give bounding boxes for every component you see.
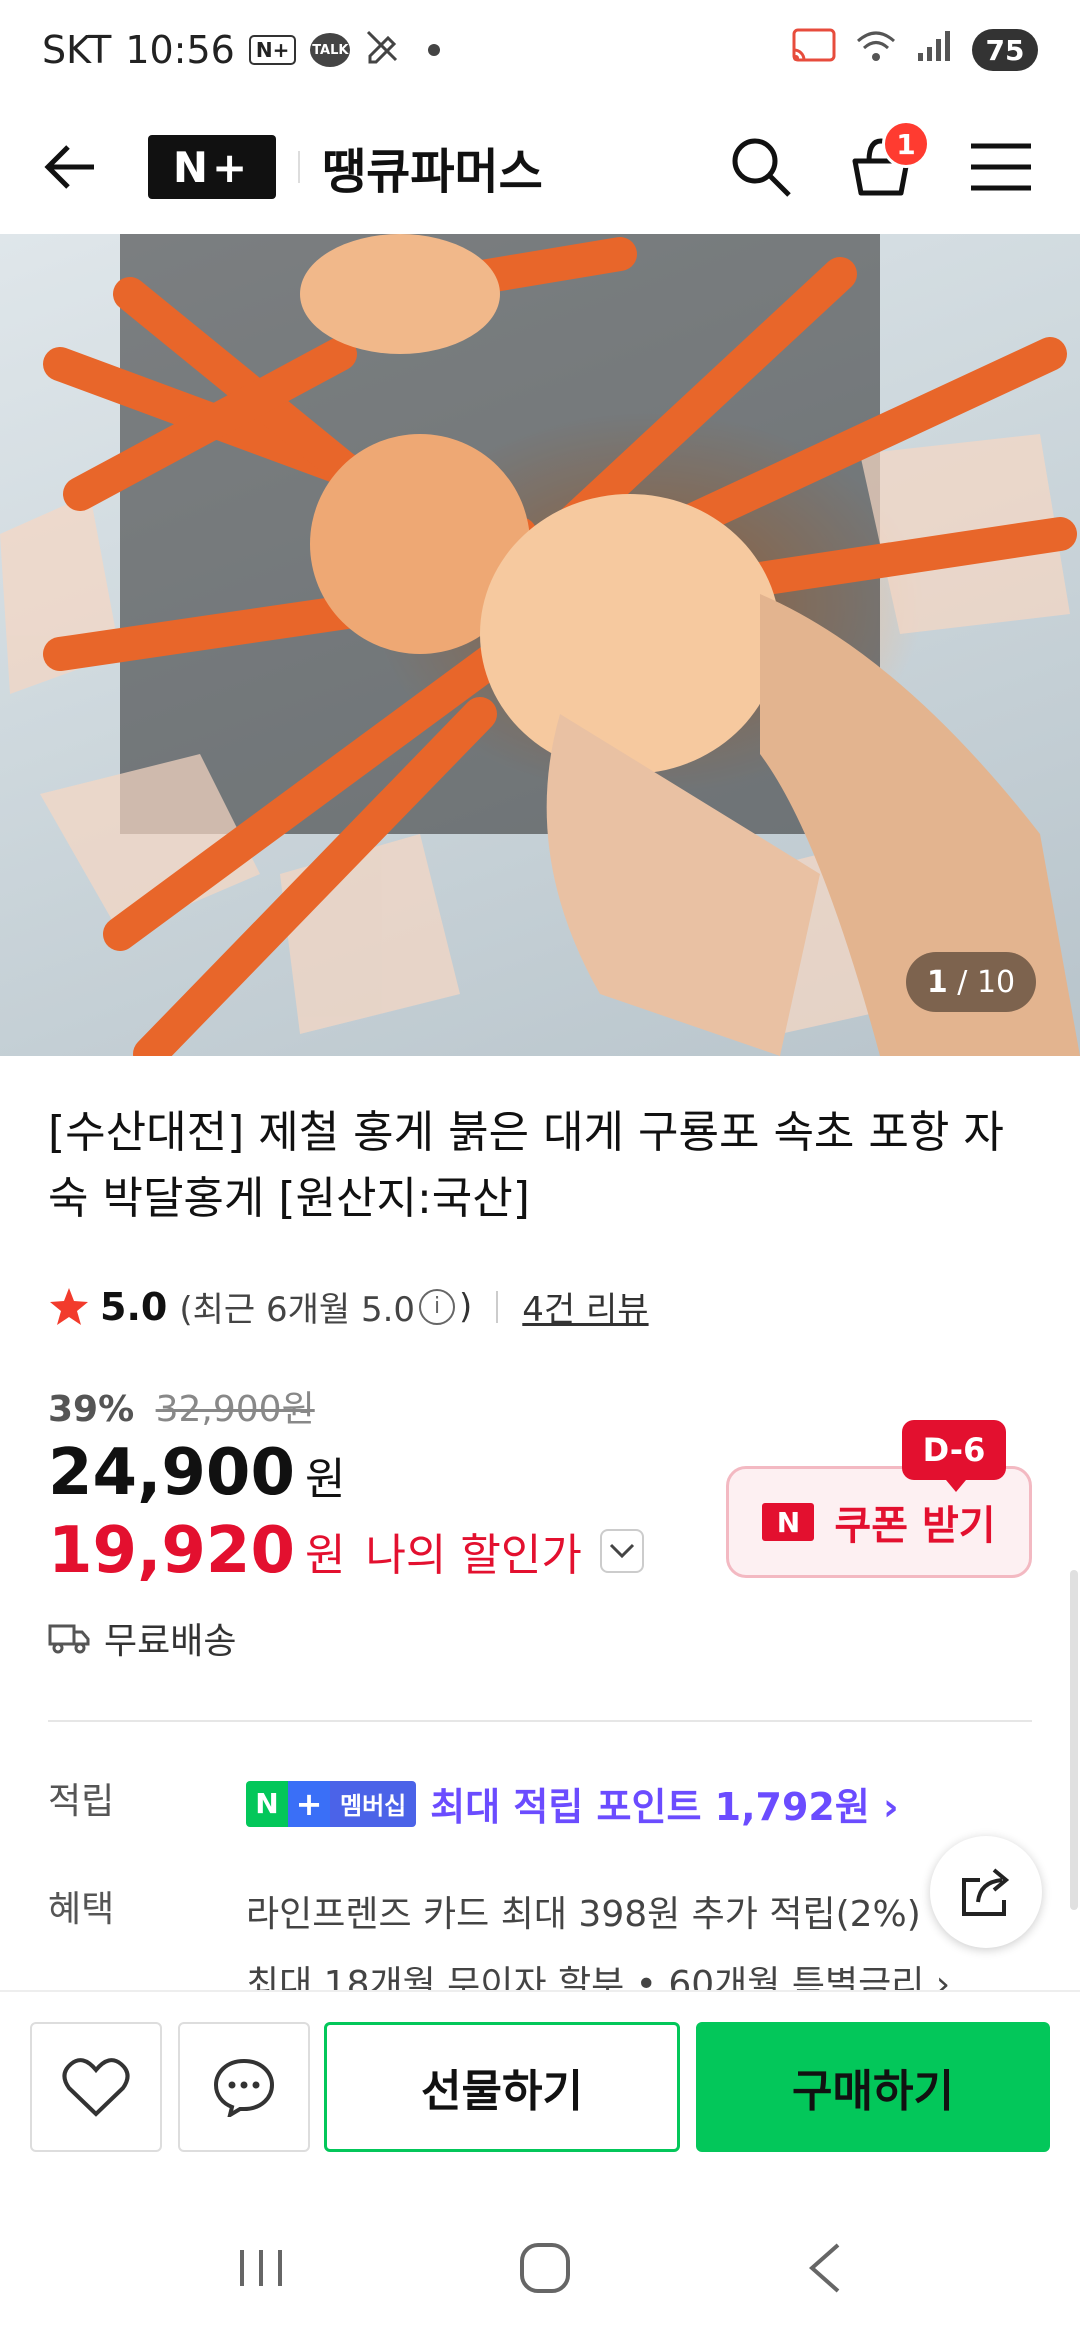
product-title: [수산대전] 제철 홍게 붉은 대게 구룡포 속초 포항 자숙 박달홍게 [원산… bbox=[48, 1107, 1004, 1224]
signal-icon bbox=[916, 28, 952, 72]
naver-plus-logo[interactable]: N+ bbox=[148, 135, 276, 199]
back-button[interactable] bbox=[40, 137, 100, 197]
clock: 10:56 bbox=[125, 28, 235, 72]
truck-icon bbox=[48, 1624, 90, 1654]
recent-apps-icon bbox=[240, 2250, 282, 2286]
cart-count-badge: 1 bbox=[882, 120, 930, 168]
crab-product-photo bbox=[0, 234, 1080, 1056]
hamburger-menu-icon bbox=[971, 143, 1031, 191]
coupon-label: 쿠폰 받기 bbox=[834, 1503, 996, 1549]
rating-row: 5.0 (최근 6개월 5.0 i ) 4건 리뷰 bbox=[48, 1282, 649, 1331]
top-header: N+ 땡큐파머스 1 bbox=[0, 100, 1080, 234]
my-price-value: 19,920 bbox=[48, 1514, 295, 1588]
chevron-down-icon bbox=[609, 1543, 634, 1559]
edit-notification-icon bbox=[364, 28, 400, 73]
heart-icon bbox=[62, 2058, 130, 2117]
recent-rating: (최근 6개월 5.0 bbox=[179, 1290, 416, 1330]
review-count-link[interactable]: 4건 리뷰 bbox=[522, 1282, 648, 1331]
shipping-info: 무료배송 bbox=[48, 1612, 236, 1664]
share-button[interactable] bbox=[930, 1836, 1042, 1948]
membership-points-link[interactable]: N + 멤버십 최대 적립 포인트 1,792원 › bbox=[246, 1776, 899, 1831]
naver-plus-membership-badge: N + 멤버십 bbox=[246, 1780, 417, 1827]
current-image-index: 1 bbox=[926, 964, 948, 1000]
max-points-text: 최대 적립 포인트 1,792원 › bbox=[430, 1785, 899, 1829]
sale-price: 24,900 원 bbox=[48, 1436, 345, 1510]
card-benefit-line: 라인프렌즈 카드 최대 398원 추가 적립(2%) bbox=[246, 1894, 921, 1935]
rating-score: 5.0 bbox=[100, 1284, 168, 1329]
search-icon bbox=[732, 138, 791, 197]
cast-icon bbox=[792, 28, 836, 73]
talktalk-inquiry-button[interactable] bbox=[178, 2022, 310, 2152]
shipping-text: 무료배송 bbox=[104, 1621, 237, 1662]
kakaotalk-notification-icon: TALK bbox=[310, 33, 351, 67]
carrier: SKT bbox=[42, 28, 112, 72]
wifi-icon bbox=[856, 28, 896, 72]
cart-button[interactable]: 1 bbox=[842, 120, 930, 206]
np-notification-icon: N+ bbox=[248, 35, 297, 65]
coupon-dday-badge: D-6 bbox=[902, 1420, 1006, 1492]
membership-badge-text: 멤버십 bbox=[330, 1780, 417, 1827]
image-page-counter: 1 / 10 bbox=[906, 952, 1036, 1012]
system-back-button[interactable] bbox=[804, 2241, 844, 2299]
star-icon bbox=[50, 1287, 88, 1325]
my-price-dropdown-button[interactable] bbox=[599, 1529, 644, 1573]
recent-apps-button[interactable] bbox=[236, 2246, 286, 2294]
search-button[interactable] bbox=[722, 128, 800, 206]
status-bar: SKT 10:56 N+ TALK 75 bbox=[0, 0, 1080, 100]
page-scrollbar[interactable] bbox=[1070, 1570, 1078, 1910]
wishlist-button[interactable] bbox=[30, 2022, 162, 2152]
header-divider bbox=[298, 151, 300, 183]
menu-button[interactable] bbox=[962, 128, 1040, 206]
more-notifications-dot bbox=[428, 44, 441, 56]
system-navigation-bar bbox=[0, 2200, 1080, 2340]
chat-bubble-icon bbox=[213, 2058, 275, 2117]
naver-n-icon: N bbox=[762, 1503, 815, 1541]
discount-rate: 39% bbox=[48, 1389, 135, 1430]
buy-now-button[interactable]: 구매하기 bbox=[696, 2022, 1050, 2152]
battery-indicator: 75 bbox=[972, 29, 1038, 71]
info-icon[interactable]: i bbox=[419, 1288, 456, 1325]
home-button[interactable] bbox=[518, 2241, 572, 2299]
share-icon bbox=[962, 1868, 1010, 1916]
my-discount-price: 19,920 원 나의 할인가 bbox=[48, 1514, 644, 1588]
benefit-label: 혜택 bbox=[48, 1889, 115, 1930]
recent-rating-close: ) bbox=[459, 1286, 473, 1327]
store-name[interactable]: 땡큐파머스 bbox=[322, 132, 543, 202]
arrow-left-icon bbox=[44, 145, 94, 189]
my-price-unit: 원 bbox=[304, 1530, 346, 1581]
sale-price-unit: 원 bbox=[304, 1454, 346, 1505]
coupon-download-button[interactable]: N 쿠폰 받기 bbox=[726, 1466, 1032, 1578]
rating-divider bbox=[496, 1290, 499, 1323]
bottom-action-bar: 선물하기 구매하기 bbox=[0, 1990, 1080, 2162]
original-price: 32,900원 bbox=[155, 1389, 315, 1430]
section-divider bbox=[48, 1720, 1032, 1722]
chevron-left-icon bbox=[808, 2243, 840, 2293]
product-image-carousel[interactable]: 1 / 10 bbox=[0, 234, 1080, 1056]
home-icon bbox=[520, 2243, 570, 2293]
total-images: / 10 bbox=[957, 964, 1016, 1000]
my-price-label: 나의 할인가 bbox=[365, 1530, 582, 1581]
gift-button[interactable]: 선물하기 bbox=[324, 2022, 680, 2152]
sale-price-value: 24,900 bbox=[48, 1436, 295, 1510]
accrue-label: 적립 bbox=[48, 1781, 115, 1822]
discount-row: 39% 32,900원 bbox=[48, 1380, 315, 1432]
